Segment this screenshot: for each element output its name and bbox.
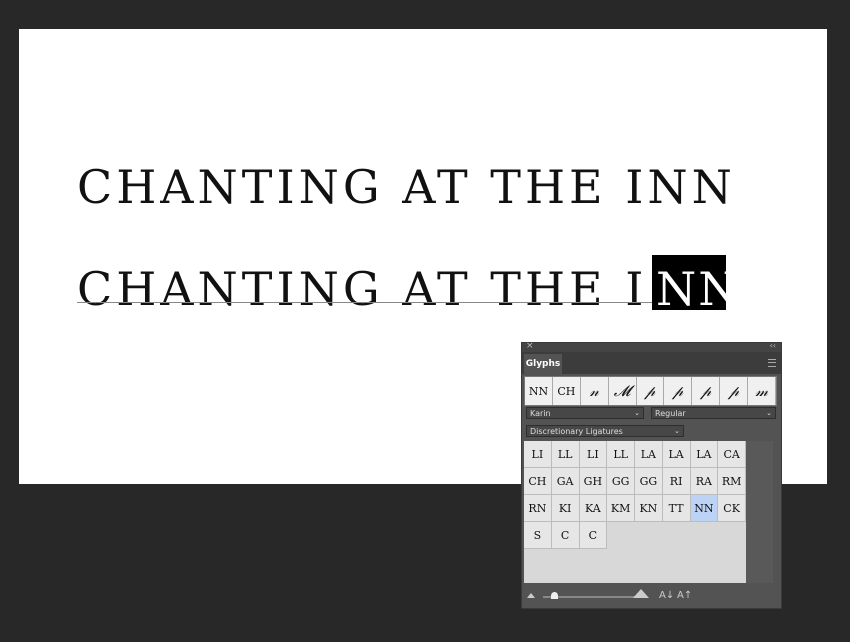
glyph-cell[interactable]: CK: [718, 495, 746, 522]
glyph-cell[interactable]: GH: [579, 468, 608, 495]
glyph-cell[interactable]: KN: [635, 495, 663, 522]
decrease-size-icon[interactable]: A↓: [659, 590, 674, 601]
font-style-dropdown[interactable]: Regular ⌄: [651, 407, 776, 419]
glyph-cell[interactable]: KM: [607, 495, 635, 522]
recent-glyph[interactable]: CH: [553, 377, 581, 405]
chevron-down-icon: ⌄: [674, 427, 680, 435]
panel-bottom-bar: A↓ A↑: [522, 587, 781, 609]
large-mountain-icon[interactable]: [633, 589, 649, 598]
slider-knob[interactable]: [551, 592, 558, 599]
glyph-cell[interactable]: RN: [524, 495, 552, 522]
glyph-cell[interactable]: KI: [551, 495, 580, 522]
glyph-cell[interactable]: LA: [690, 441, 719, 468]
recent-glyph[interactable]: 𝓜: [609, 377, 637, 405]
glyph-cell[interactable]: CH: [524, 468, 552, 495]
glyph-cell[interactable]: TT: [662, 495, 691, 522]
recent-glyph[interactable]: 𝓅: [720, 377, 749, 405]
panel-menu-icon[interactable]: [768, 359, 776, 367]
text-line-2[interactable]: CHANTING AT THE I: [77, 266, 647, 312]
recent-glyph[interactable]: 𝓂: [748, 377, 777, 405]
glyphs-panel: × ‹‹ Glyphs NN CH 𝓃 𝓜 𝓅 𝓅 𝓅 𝓅 𝓂 Karin ⌄ …: [521, 341, 782, 609]
recent-glyph[interactable]: 𝓅: [637, 377, 665, 405]
glyph-cell[interactable]: GG: [635, 468, 663, 495]
recent-glyph[interactable]: NN: [525, 377, 553, 405]
close-icon[interactable]: ×: [526, 341, 534, 351]
font-family-value: Karin: [530, 409, 551, 418]
glyph-cell[interactable]: RM: [718, 468, 746, 495]
glyph-cell[interactable]: LA: [662, 441, 691, 468]
glyph-cell[interactable]: C: [551, 522, 580, 549]
show-filter-value: Discretionary Ligatures: [530, 427, 623, 436]
show-filter-dropdown[interactable]: Discretionary Ligatures ⌄: [526, 425, 684, 437]
glyph-cell[interactable]: LI: [524, 441, 552, 468]
text-line-1[interactable]: CHANTING AT THE INN: [77, 164, 736, 210]
glyph-grid-area: LI LL LI LL LA LA LA CA CH GA GH GG GG RI RA RM RN KI KA KM…: [524, 441, 746, 583]
font-style-value: Regular: [655, 409, 686, 418]
glyph-size-slider[interactable]: [543, 596, 643, 598]
glyph-cell[interactable]: NN: [690, 495, 719, 522]
text-baseline: [77, 302, 657, 303]
glyph-cell[interactable]: LL: [551, 441, 580, 468]
selected-text-highlight[interactable]: NN: [652, 255, 739, 312]
tab-glyphs[interactable]: Glyphs: [524, 354, 562, 374]
recent-glyph[interactable]: 𝓃: [581, 377, 609, 405]
chevron-down-icon: ⌄: [766, 409, 772, 417]
glyph-cell[interactable]: RI: [662, 468, 691, 495]
glyph-cell[interactable]: RA: [690, 468, 719, 495]
glyph-cell[interactable]: C: [579, 522, 608, 549]
panel-title-bar: × ‹‹: [522, 341, 781, 352]
increase-size-icon[interactable]: A↑: [677, 590, 692, 601]
recent-glyph[interactable]: 𝓅: [692, 377, 721, 405]
recent-glyph[interactable]: 𝓅: [664, 377, 693, 405]
glyph-cell[interactable]: LI: [579, 441, 608, 468]
font-family-dropdown[interactable]: Karin ⌄: [526, 407, 644, 419]
glyph-cell[interactable]: S: [524, 522, 552, 549]
glyph-cell[interactable]: CA: [718, 441, 746, 468]
glyph-grid-scrollbar[interactable]: [746, 441, 773, 583]
small-mountain-icon[interactable]: [527, 593, 535, 598]
recently-used-glyphs: NN CH 𝓃 𝓜 𝓅 𝓅 𝓅 𝓅 𝓂: [524, 376, 777, 406]
panel-tab-row: Glyphs: [522, 352, 781, 374]
glyph-grid: LI LL LI LL LA LA LA CA CH GA GH GG GG RI RA RM RN KI KA KM…: [524, 441, 746, 549]
glyph-cell[interactable]: GA: [551, 468, 580, 495]
glyph-cell[interactable]: LL: [607, 441, 635, 468]
glyph-cell[interactable]: GG: [607, 468, 635, 495]
chevron-down-icon: ⌄: [634, 409, 640, 417]
glyph-cell[interactable]: LA: [635, 441, 663, 468]
selected-text: NN: [656, 262, 741, 316]
glyph-cell[interactable]: KA: [579, 495, 608, 522]
collapse-icon[interactable]: ‹‹: [770, 341, 776, 350]
